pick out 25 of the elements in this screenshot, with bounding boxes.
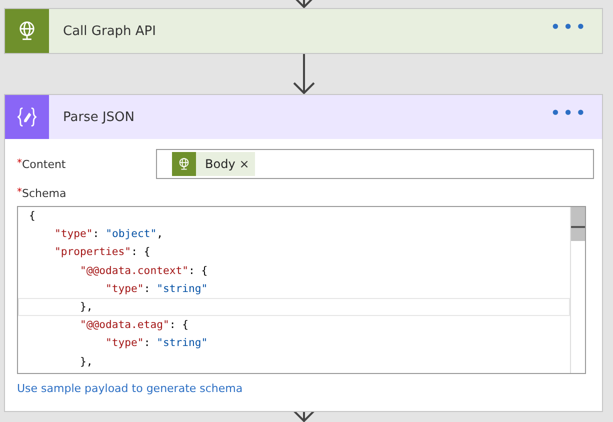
card-title: Parse JSON	[62, 110, 136, 124]
globe-icon	[177, 157, 191, 171]
braces-pencil-icon	[16, 106, 38, 128]
more-options-button[interactable]: •••	[550, 105, 588, 129]
more-options-button[interactable]: •••	[550, 19, 588, 43]
remove-button[interactable]: ×	[239, 157, 256, 171]
card-title: Call Graph API	[62, 24, 157, 38]
code-line: "@@odata.etag": {	[79, 318, 190, 334]
code-line: {	[28, 209, 36, 224]
code-line: "properties": {	[54, 245, 152, 260]
code-line: "@@odata.context": {	[79, 264, 209, 279]
field-label: *Content	[17, 158, 67, 170]
code-line: },	[79, 354, 94, 370]
field-label: *Schema	[17, 187, 68, 200]
code-line: "type": "string"	[104, 336, 209, 352]
down-arrow-icon	[292, 54, 314, 94]
card-header[interactable]: Parse JSON •••	[5, 95, 602, 139]
scrollbar-thumb[interactable]	[571, 207, 585, 241]
content-input-field[interactable]: Body ×	[156, 149, 594, 179]
card-header[interactable]: Call Graph API •••	[5, 9, 602, 53]
code-editor[interactable]: { "type": "object", "properties": { "@@odata.context": { "type": "string" }, "@@odata.etag": { "type": "string" },	[17, 206, 586, 374]
sample-payload-link[interactable]: Use sample payload to generate schema	[17, 382, 596, 395]
code-line: "type": "object",	[54, 227, 164, 242]
token-chip[interactable]: Body ×	[172, 152, 256, 176]
code-line: "type": "string"	[104, 282, 209, 297]
